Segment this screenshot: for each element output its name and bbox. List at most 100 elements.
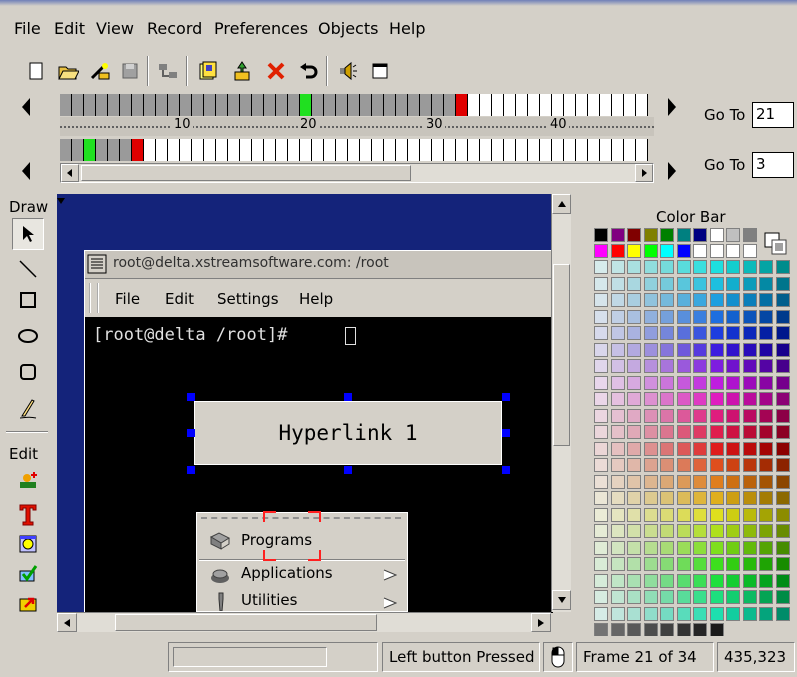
color-swatch[interactable] (742, 276, 757, 291)
menu-edit[interactable]: Edit (54, 19, 85, 38)
color-swatch[interactable] (627, 590, 641, 604)
color-swatch[interactable] (775, 359, 790, 373)
timeline-frame-cell[interactable] (480, 94, 492, 116)
timeline-frame-cell[interactable] (636, 94, 648, 116)
color-swatch[interactable] (594, 244, 608, 258)
color-swatch[interactable] (726, 408, 740, 423)
timeline-frame-cell[interactable] (108, 94, 120, 116)
color-swatch[interactable] (610, 606, 625, 621)
color-swatch[interactable] (726, 375, 740, 390)
color-swatch[interactable] (693, 491, 707, 505)
color-swatch[interactable] (643, 425, 658, 439)
color-swatch[interactable] (693, 573, 707, 588)
color-swatch[interactable] (726, 507, 740, 522)
export-tool-icon[interactable] (12, 588, 44, 620)
select-arrow-icon[interactable] (12, 218, 44, 250)
timeline-frame-cell[interactable] (600, 139, 612, 161)
popup-item-utilities[interactable]: Utilities (197, 589, 407, 611)
color-swatch[interactable] (775, 573, 790, 588)
timeline-frame-cell[interactable] (396, 139, 408, 161)
color-swatch[interactable] (759, 425, 773, 439)
color-swatch[interactable] (759, 326, 773, 340)
color-swatch[interactable] (643, 540, 658, 555)
goto-bottom-input[interactable]: 3 (752, 152, 794, 178)
color-swatch[interactable] (643, 408, 658, 423)
timeline-frame-cell[interactable] (228, 139, 240, 161)
terminal-menu-help[interactable]: Help (299, 290, 333, 308)
color-swatch[interactable] (709, 375, 724, 390)
timeline-next-arrow[interactable] (666, 96, 678, 118)
color-swatch[interactable] (693, 425, 707, 439)
color-swatch[interactable] (610, 557, 625, 571)
timeline-frame-cell[interactable] (552, 139, 564, 161)
color-swatch[interactable] (643, 375, 658, 390)
color-swatch[interactable] (643, 309, 658, 324)
timeline-frame-cell[interactable] (468, 139, 480, 161)
color-swatch[interactable] (610, 441, 625, 456)
color-swatch[interactable] (610, 623, 625, 637)
timeline-frame-cell[interactable] (144, 139, 156, 161)
color-swatch[interactable] (610, 260, 625, 274)
color-swatch[interactable] (627, 458, 641, 472)
color-swatch[interactable] (742, 244, 757, 258)
timeline-frame-cell[interactable] (264, 139, 276, 161)
timeline-frame-cell[interactable] (144, 94, 156, 116)
color-swatch[interactable] (775, 293, 790, 307)
color-swatch[interactable] (643, 441, 658, 456)
color-swatch[interactable] (726, 359, 740, 373)
timeline-frame-cell[interactable] (240, 139, 252, 161)
open-icon[interactable] (56, 58, 80, 84)
color-swatch[interactable] (594, 260, 608, 274)
timeline-frame-cell[interactable] (180, 139, 192, 161)
color-swatch[interactable] (726, 392, 740, 406)
timeline-frame-cell[interactable] (432, 94, 444, 116)
color-swatch[interactable] (759, 359, 773, 373)
scroll-up-button[interactable] (552, 194, 571, 214)
color-swatch[interactable] (610, 244, 625, 258)
color-swatch[interactable] (643, 474, 658, 489)
color-swatch[interactable] (709, 293, 724, 307)
color-swatch[interactable] (676, 573, 691, 588)
color-swatch[interactable] (759, 260, 773, 274)
color-bar-grid[interactable] (594, 226, 794, 660)
color-swatch[interactable] (676, 606, 691, 621)
color-swatch[interactable] (726, 342, 740, 357)
color-swatch[interactable] (759, 606, 773, 621)
timeline-frame-cell[interactable] (528, 94, 540, 116)
color-swatch[interactable] (627, 326, 641, 340)
color-swatch[interactable] (693, 228, 707, 242)
color-swatch[interactable] (759, 276, 773, 291)
color-swatch[interactable] (676, 276, 691, 291)
timeline-frame-cell[interactable] (240, 94, 252, 116)
undo-icon[interactable] (296, 58, 320, 84)
color-swatch[interactable] (676, 244, 691, 258)
color-swatch[interactable] (709, 540, 724, 555)
color-swatch[interactable] (726, 276, 740, 291)
color-swatch[interactable] (775, 590, 790, 604)
color-swatch[interactable] (643, 491, 658, 505)
hscroll-thumb[interactable] (115, 614, 377, 631)
color-swatch[interactable] (594, 326, 608, 340)
rounded-rect-tool-icon[interactable] (12, 356, 44, 388)
selection-handle[interactable] (187, 466, 195, 474)
color-swatch[interactable] (775, 408, 790, 423)
color-swatch[interactable] (693, 408, 707, 423)
timeline-frame-cell[interactable] (204, 139, 216, 161)
terminal-menu-file[interactable]: File (115, 290, 140, 308)
color-swatch[interactable] (676, 540, 691, 555)
scroll-right-button[interactable] (531, 613, 551, 632)
timeline-frame-cell[interactable] (324, 139, 336, 161)
color-swatch[interactable] (627, 474, 641, 489)
selection-handle[interactable] (344, 393, 352, 401)
color-swatch[interactable] (610, 375, 625, 390)
timeline-frame-cell[interactable] (288, 139, 300, 161)
color-swatch[interactable] (676, 342, 691, 357)
color-swatch[interactable] (709, 590, 724, 604)
color-swatch[interactable] (726, 293, 740, 307)
color-swatch[interactable] (709, 474, 724, 489)
color-swatch[interactable] (775, 474, 790, 489)
timeline-frame-cell[interactable] (384, 139, 396, 161)
color-swatch[interactable] (643, 359, 658, 373)
color-swatch[interactable] (660, 507, 674, 522)
color-swatch[interactable] (660, 375, 674, 390)
